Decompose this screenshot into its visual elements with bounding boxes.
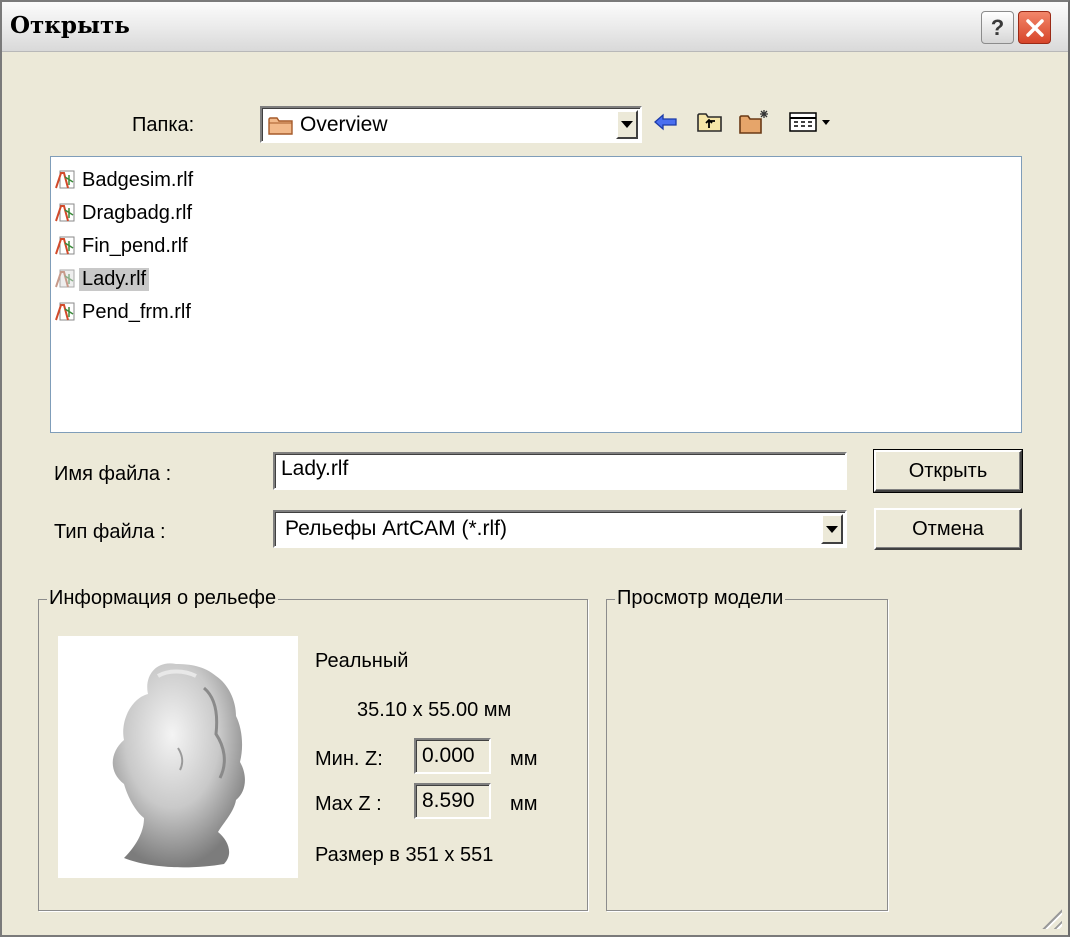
folder-dropdown-button[interactable] [616,110,638,139]
new-folder-icon [739,110,768,134]
model-preview-title: Просмотр модели [615,587,786,610]
filetype-label: Тип файла : [54,521,166,543]
min-z-field: 0.000 [414,738,491,774]
list-item[interactable]: Pend_frm.rlf [55,298,194,326]
view-menu-button[interactable] [786,106,836,138]
up-folder-button[interactable] [694,106,726,138]
open-dialog: Открыть ? Папка: Overview Badgesim.rlf D… [0,0,1070,937]
list-item-selected[interactable]: Lady.rlf [55,265,150,293]
folder-value: Overview [300,112,388,136]
chevron-down-icon [826,525,838,533]
up-folder-icon [697,113,722,132]
file-name: Pend_frm.rlf [82,300,191,323]
relief-dimensions: 35.10 x 55.00 мм [357,699,512,721]
max-z-field: 8.590 [414,783,491,819]
relief-info-title: Информация о рельефе [47,587,279,610]
file-name: Dragbadg.rlf [82,201,193,224]
list-item[interactable]: Dragbadg.rlf [55,199,195,227]
model-preview-group: Просмотр модели [606,587,888,911]
open-button[interactable]: Открыть [873,449,1023,493]
chevron-down-icon [621,121,633,128]
close-icon [1025,18,1044,37]
bust-relief-picture [112,663,245,868]
resize-grip[interactable] [1038,905,1062,929]
relief-file-icon [55,302,75,322]
list-item[interactable]: Badgesim.rlf [55,166,196,194]
relief-file-icon [55,203,75,223]
filetype-dropdown-button[interactable] [821,514,843,544]
folder-label: Папка: [132,114,195,136]
close-button[interactable] [1018,11,1051,44]
new-folder-button[interactable] [738,106,770,138]
back-button[interactable] [650,106,682,138]
window-title: Открыть [10,12,130,39]
max-z-label: Max Z : [315,793,382,815]
min-z-label: Мин. Z: [315,748,383,770]
min-z-unit: мм [510,748,538,770]
filetype-value: Рельефы ArtCAM (*.rlf) [285,517,507,540]
filename-input[interactable]: Lady.rlf [273,452,847,490]
cancel-button[interactable]: Отмена [874,508,1022,550]
filetype-combo[interactable]: Рельефы ArtCAM (*.rlf) [273,510,847,548]
title-bar[interactable]: Открыть ? [2,2,1068,52]
relief-preview-image [58,636,298,878]
list-item[interactable]: Fin_pend.rlf [55,232,191,260]
file-name: Badgesim.rlf [82,168,194,191]
max-z-unit: мм [510,793,538,815]
filename-label: Имя файла : [54,463,172,485]
relief-file-icon [55,170,75,190]
relief-file-icon [55,236,75,256]
file-name: Fin_pend.rlf [82,234,188,257]
folder-combo[interactable]: Overview [260,106,642,143]
file-name: Lady.rlf [79,267,150,291]
view-menu-icon [789,112,830,132]
file-list[interactable]: Badgesim.rlf Dragbadg.rlf Fin_pend.rlf L… [50,156,1022,433]
relief-size: Размер в 351 x 551 [315,844,494,866]
help-button[interactable]: ? [981,11,1014,44]
relief-file-icon [55,269,75,289]
back-arrow-icon [654,113,677,131]
relief-type: Реальный [315,650,409,672]
folder-icon [268,114,294,142]
